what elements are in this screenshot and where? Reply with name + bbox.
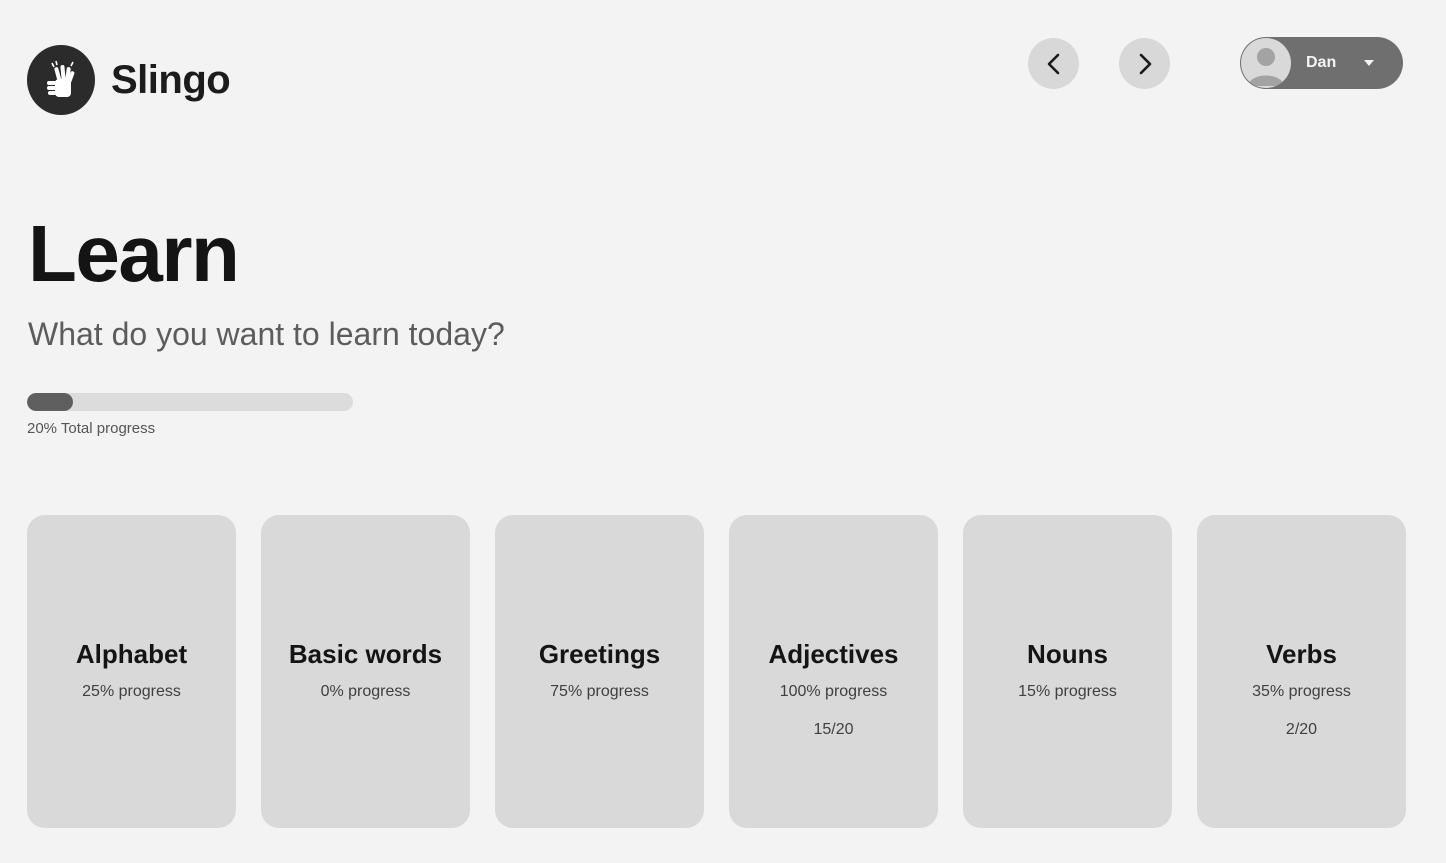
category-card-greetings[interactable]: Greetings 75% progress: [495, 515, 704, 828]
total-progress-fill: [27, 393, 73, 411]
card-progress: 100% progress: [779, 683, 888, 700]
category-card-basic-words[interactable]: Basic words 0% progress: [261, 515, 470, 828]
card-title: Nouns: [1027, 639, 1108, 669]
chevron-left-icon: [1047, 53, 1059, 74]
card-title: Verbs: [1266, 639, 1337, 669]
category-card-alphabet[interactable]: Alphabet 25% progress: [27, 515, 236, 828]
card-progress: 15% progress: [1018, 683, 1117, 700]
forward-button[interactable]: [1119, 38, 1170, 89]
card-progress: 35% progress: [1252, 683, 1351, 700]
user-name: Dan: [1306, 54, 1337, 71]
back-button[interactable]: [1028, 38, 1079, 89]
user-menu-button[interactable]: Dan: [1240, 37, 1403, 89]
page-title: Learn: [28, 209, 240, 298]
user-avatar-icon: [1241, 38, 1291, 88]
card-progress: 0% progress: [320, 683, 411, 700]
total-progress-bar: [27, 393, 353, 411]
card-progress: 75% progress: [550, 683, 649, 700]
card-title: Basic words: [288, 639, 443, 669]
card-count: 2/20: [1285, 721, 1318, 738]
card-progress: 25% progress: [82, 683, 181, 700]
category-card-verbs[interactable]: Verbs 35% progress 2/20: [1197, 515, 1406, 828]
chevron-right-icon: [1139, 53, 1151, 74]
category-card-adjectives[interactable]: Adjectives 100% progress 15/20: [729, 515, 938, 828]
card-title: Greetings: [538, 639, 661, 669]
category-card-nouns[interactable]: Nouns 15% progress: [963, 515, 1172, 828]
hand-sign-icon: [27, 45, 95, 115]
card-count: 15/20: [813, 721, 854, 738]
card-title: Alphabet: [75, 639, 188, 669]
brand-logo[interactable]: Slingo: [27, 45, 231, 115]
learn-page: Slingo Dan Learn What do you want to lea…: [0, 0, 1446, 863]
page-subtitle: What do you want to learn today?: [28, 316, 505, 352]
brand-name: Slingo: [111, 57, 231, 102]
category-cards: Alphabet 25% progress Basic words 0% pro…: [27, 515, 1406, 828]
caret-down-icon: [1364, 60, 1375, 66]
total-progress-label: 20% Total progress: [27, 420, 156, 437]
card-title: Adjectives: [768, 639, 899, 669]
